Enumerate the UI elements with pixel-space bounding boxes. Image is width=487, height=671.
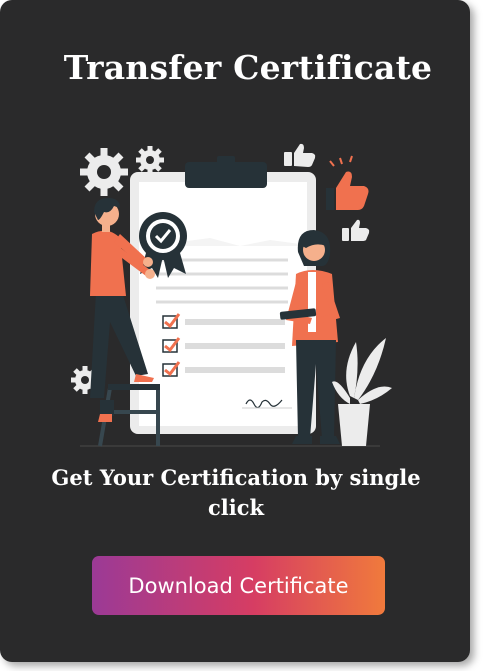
thumbs-up-icon: [342, 219, 370, 241]
page-title: Transfer Certificate: [63, 48, 433, 87]
plant-icon: [332, 338, 392, 446]
certificate-card: Transfer Certificate Get Your Certificat…: [0, 0, 470, 662]
gear-icon: [80, 148, 128, 196]
download-certificate-button[interactable]: Download Certificate: [92, 556, 385, 615]
certificate-illustration: [71, 143, 392, 447]
subtitle: Get Your Certification by single click: [51, 465, 421, 520]
gear-icon: [136, 146, 164, 174]
thumbs-up-icon: [284, 143, 316, 167]
thumbs-up-icon: [326, 155, 369, 210]
